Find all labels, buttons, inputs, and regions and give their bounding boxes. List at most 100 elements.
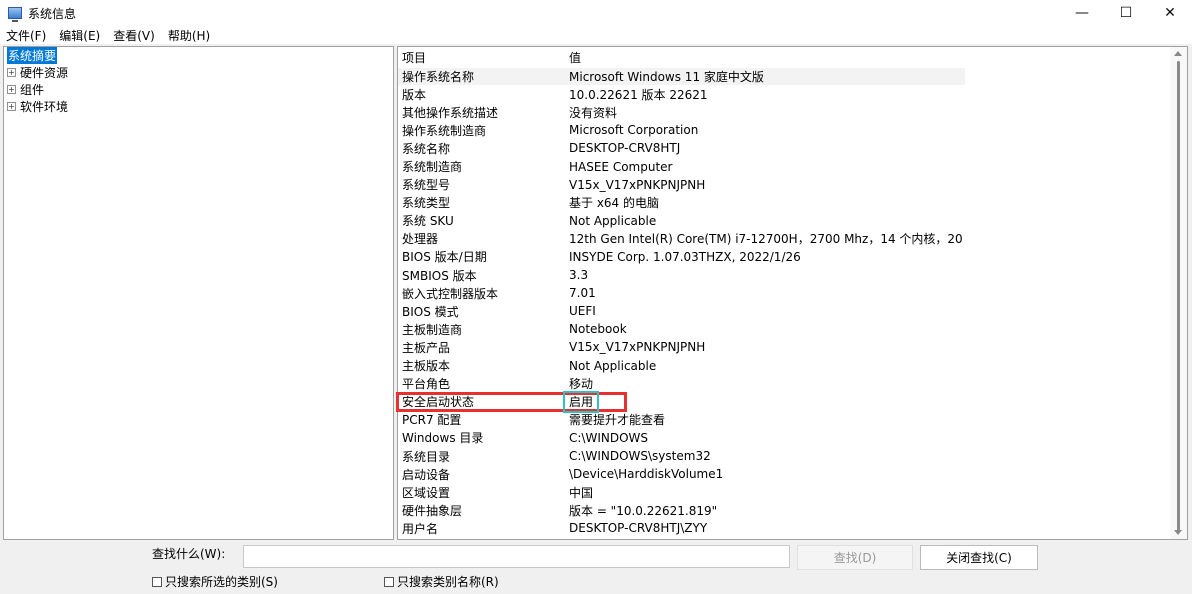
checkbox-icon[interactable]	[384, 576, 394, 587]
checkbox-label: 只搜索所选的类别(S)	[165, 575, 278, 589]
cell-value: 移动	[569, 377, 594, 392]
table-row[interactable]: PCR7 配置 需要提升才能查看	[398, 411, 1187, 429]
table-row[interactable]: 启动设备 \Device\HarddiskVolume1	[398, 465, 1187, 483]
cell-value: 3.3	[569, 268, 589, 283]
menu-help[interactable]: 帮助(H)	[168, 27, 210, 44]
tree-item-label: 软件环境	[20, 100, 69, 114]
cell-item: 用户名	[402, 521, 439, 536]
cell-item: SMBIOS 版本	[402, 268, 477, 283]
table-row[interactable]: 操作系统制造商 Microsoft Corporation	[398, 121, 1187, 139]
menu-edit[interactable]: 编辑(E)	[59, 27, 100, 44]
table-row[interactable]: 系统 SKU Not Applicable	[398, 212, 1187, 230]
expand-plus-icon[interactable]: +	[7, 85, 16, 94]
cell-item: 启动设备	[402, 467, 451, 482]
expand-plus-icon[interactable]: +	[7, 68, 16, 77]
cell-item: 平台角色	[402, 377, 451, 392]
close-button[interactable]: ✕	[1148, 0, 1192, 26]
cell-item: 处理器	[402, 232, 439, 247]
find-button[interactable]: 查找(D)	[797, 545, 913, 570]
cell-item: BIOS 版本/日期	[402, 250, 487, 265]
cell-value: 7.01	[569, 286, 596, 301]
table-row[interactable]: 区域设置 中国	[398, 483, 1187, 501]
menu-bar: 文件(F) 编辑(E) 查看(V) 帮助(H)	[0, 26, 1192, 44]
tree-item-system-summary[interactable]: 系统摘要	[4, 47, 393, 64]
cell-value: UEFI	[569, 304, 596, 319]
table-row[interactable]: 主板制造商 Notebook	[398, 320, 1187, 338]
title-bar: 系统信息 — ☐ ✕	[0, 0, 1192, 26]
maximize-button[interactable]: ☐	[1104, 0, 1148, 26]
cell-value: HASEE Computer	[569, 159, 673, 174]
scroll-up-arrow-icon[interactable]	[1174, 51, 1182, 56]
cell-item: 系统 SKU	[402, 214, 454, 229]
system-info-app-icon	[8, 7, 22, 22]
table-row[interactable]: 系统型号 V15x_V17xPNKPNJPNH	[398, 176, 1187, 194]
table-row[interactable]: 平台角色 移动	[398, 375, 1187, 393]
scroll-down-arrow-icon[interactable]	[1174, 530, 1182, 535]
category-tree[interactable]: 系统摘要 + 硬件资源 + 组件 + 软件环境	[3, 46, 394, 540]
details-list[interactable]: 项目 值 操作系统名称 Microsoft Windows 11 家庭中文版 版本 1…	[397, 46, 1188, 540]
table-row[interactable]: 主板产品 V15x_V17xPNKPNJPNH	[398, 338, 1187, 356]
cell-item: BIOS 模式	[402, 304, 459, 319]
search-input[interactable]	[243, 545, 790, 568]
checkbox-icon[interactable]	[152, 576, 162, 587]
menu-view[interactable]: 查看(V)	[113, 27, 155, 44]
tree-item-components[interactable]: + 组件	[4, 81, 393, 98]
tree-item-label: 组件	[20, 83, 45, 97]
cell-value: DESKTOP-CRV8HTJ	[569, 141, 681, 156]
cell-value: Notebook	[569, 322, 627, 337]
vertical-scrollbar[interactable]	[1170, 47, 1187, 539]
search-category-names-checkbox[interactable]: 只搜索类别名称(R)	[384, 573, 499, 590]
cell-value: 10.0.22621 版本 22621	[569, 87, 708, 102]
table-row[interactable]: BIOS 模式 UEFI	[398, 302, 1187, 320]
table-row[interactable]: 处理器 12th Gen Intel(R) Core(TM) i7-12700H，…	[398, 230, 1187, 248]
table-row[interactable]: 系统制造商 HASEE Computer	[398, 157, 1187, 175]
table-row[interactable]: BIOS 版本/日期 INSYDE Corp. 1.07.03THZX, 2022…	[398, 248, 1187, 266]
window-controls: — ☐ ✕	[1060, 0, 1192, 26]
cell-value: V15x_V17xPNKPNJPNH	[569, 340, 706, 355]
cell-value: 中国	[569, 485, 594, 500]
cell-value: INSYDE Corp. 1.07.03THZX, 2022/1/26	[569, 249, 801, 264]
cell-item: 硬件抽象层	[402, 503, 463, 518]
cell-value: 需要提升才能查看	[569, 413, 666, 428]
tree-item-hardware-resources[interactable]: + 硬件资源	[4, 64, 393, 81]
minimize-button[interactable]: —	[1060, 0, 1104, 26]
search-selected-category-checkbox[interactable]: 只搜索所选的类别(S)	[152, 573, 278, 590]
cell-item: 操作系统制造商	[402, 123, 487, 138]
cell-value: \Device\HarddiskVolume1	[569, 467, 724, 482]
tree-item-software-environment[interactable]: + 软件环境	[4, 98, 393, 115]
table-row[interactable]: 主板版本 Not Applicable	[398, 357, 1187, 375]
cell-item: 系统制造商	[402, 160, 463, 175]
column-header-item[interactable]: 项目	[398, 49, 565, 66]
cell-item: 主板产品	[402, 340, 451, 355]
cell-value: Not Applicable	[569, 358, 657, 373]
table-row[interactable]: 系统名称 DESKTOP-CRV8HTJ	[398, 139, 1187, 157]
cell-item: 系统类型	[402, 196, 451, 211]
cell-value: Microsoft Corporation	[569, 123, 699, 138]
table-row[interactable]: 版本 10.0.22621 版本 22621	[398, 85, 1187, 103]
cell-value: 基于 x64 的电脑	[569, 196, 660, 211]
table-row[interactable]: 用户名 DESKTOP-CRV8HTJ\ZYY	[398, 519, 1187, 537]
table-row[interactable]: SMBIOS 版本 3.3	[398, 266, 1187, 284]
cell-value: Not Applicable	[569, 213, 657, 228]
cell-item: 区域设置	[402, 485, 451, 500]
cell-item: 操作系统名称	[398, 67, 565, 85]
menu-file[interactable]: 文件(F)	[6, 27, 46, 44]
table-row[interactable]: 系统类型 基于 x64 的电脑	[398, 194, 1187, 212]
table-row[interactable]: 硬件抽象层 版本 = "10.0.22621.819"	[398, 501, 1187, 519]
table-row[interactable]: Windows 目录 C:\WINDOWS	[398, 429, 1187, 447]
close-find-button[interactable]: 关闭查找(C)	[920, 545, 1038, 570]
scroll-thumb[interactable]	[1177, 61, 1180, 531]
table-row[interactable]: 操作系统名称 Microsoft Windows 11 家庭中文版	[398, 67, 1187, 85]
expand-plus-icon[interactable]: +	[7, 102, 16, 111]
table-row[interactable]: 其他操作系统描述 没有资料	[398, 103, 1187, 121]
window-title: 系统信息	[28, 6, 77, 21]
cell-value: Microsoft Windows 11 家庭中文版	[565, 67, 965, 85]
minimize-icon: —	[1075, 5, 1089, 21]
tree-item-label: 系统摘要	[7, 47, 58, 64]
table-row[interactable]: 嵌入式控制器版本 7.01	[398, 284, 1187, 302]
column-header-value[interactable]: 值	[565, 49, 965, 66]
cell-item: 系统名称	[402, 141, 451, 156]
maximize-icon: ☐	[1119, 5, 1133, 21]
table-row[interactable]: 系统目录 C:\WINDOWS\system32	[398, 447, 1187, 465]
cell-item: 其他操作系统描述	[402, 105, 499, 120]
